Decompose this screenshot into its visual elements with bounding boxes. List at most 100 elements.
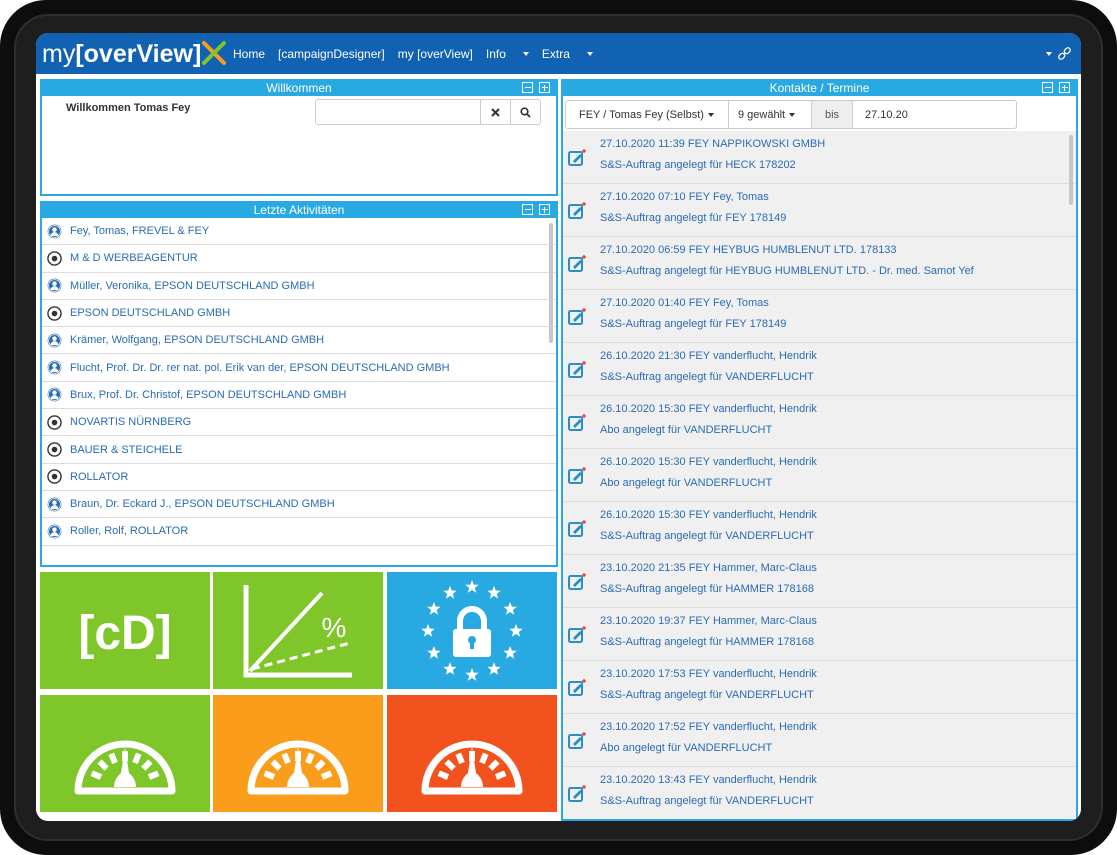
contact-entry[interactable]: 27.10.2020 06:59 FEY HEYBUG HUMBLENUT LT… (563, 237, 1076, 290)
contact-entry-description: S&S-Auftrag angelegt für VANDERFLUCHT (600, 371, 814, 383)
date-field[interactable]: 27.10.20 (853, 100, 1017, 129)
edit-entry-icon (568, 308, 586, 325)
expand-icon[interactable] (539, 204, 550, 215)
contact-entry-title: 26.10.2020 15:30 FEY vanderflucht, Hendr… (600, 403, 817, 415)
app-logo[interactable]: my [overView] (42, 37, 201, 71)
activity-item-label: Roller, Rolf, ROLLATOR (70, 525, 189, 538)
edit-entry-icon (568, 467, 586, 484)
activity-item-label: M & D WERBEAGENTUR (70, 252, 198, 265)
contact-entry[interactable]: 23.10.2020 17:53 FEY vanderflucht, Hendr… (563, 661, 1076, 714)
contact-entry[interactable]: 26.10.2020 15:30 FEY vanderflucht, Hendr… (563, 449, 1076, 502)
gauge-orange-tile[interactable] (213, 695, 383, 812)
contact-entry-title: 23.10.2020 13:43 FEY vanderflucht, Hendr… (600, 774, 817, 786)
contact-entry[interactable]: 27.10.2020 01:40 FEY Fey, Tomas S&S-Auftr… (563, 290, 1076, 343)
contact-entry[interactable]: 26.10.2020 21:30 FEY vanderflucht, Hendr… (563, 343, 1076, 396)
expand-icon[interactable] (539, 82, 550, 93)
nav-my-overview[interactable]: my [overView] (398, 47, 473, 61)
clear-search-button[interactable] (481, 99, 511, 125)
company-icon (47, 442, 62, 457)
panel-controls (516, 82, 550, 93)
chevron-down-icon (1046, 51, 1053, 56)
person-icon (47, 360, 62, 375)
gauge-green-tile[interactable] (40, 695, 210, 812)
search-button[interactable] (511, 99, 541, 125)
contact-entry[interactable]: 26.10.2020 15:30 FEY vanderflucht, Hendr… (563, 396, 1076, 449)
activity-item-label: BAUER & STEICHELE (70, 443, 183, 456)
contact-entry[interactable]: 23.10.2020 13:43 FEY vanderflucht, Hendr… (563, 767, 1076, 819)
person-icon (47, 224, 62, 238)
activity-item[interactable]: BAUER & STEICHELE (42, 436, 556, 464)
contact-entry[interactable]: 26.10.2020 15:30 FEY vanderflucht, Hendr… (563, 502, 1076, 555)
contact-entry-title: 23.10.2020 21:35 FEY Hammer, Marc-Claus (600, 562, 817, 574)
contacts-filter-bar: FEY / Tomas Fey (Selbst) 9 gewählt bis 2… (565, 100, 1017, 129)
contact-entry[interactable]: 23.10.2020 19:37 FEY Hammer, Marc-Claus S… (563, 608, 1076, 661)
expand-icon[interactable] (1059, 82, 1070, 93)
contact-entry-title: 27.10.2020 06:59 FEY HEYBUG HUMBLENUT LT… (600, 244, 897, 256)
star-icon (443, 585, 457, 599)
person-icon (47, 278, 62, 293)
activity-item-label: Krämer, Wolfgang, EPSON DEUTSCHLAND GMBH (70, 334, 325, 347)
contact-entry-description: S&S-Auftrag angelegt für HAMMER 178168 (600, 636, 815, 648)
contact-entry[interactable]: 23.10.2020 17:52 FEY vanderflucht, Hendr… (563, 714, 1076, 767)
welcome-panel-title: Willkommen (266, 81, 332, 95)
data-protection-tile[interactable] (387, 572, 557, 689)
person-icon (47, 388, 62, 402)
nav-campaign-designer[interactable]: [campaignDesigner] (278, 47, 385, 61)
contact-entry-title: 27.10.2020 07:10 FEY Fey, Tomas (600, 191, 769, 203)
star-icon (421, 623, 435, 637)
contact-entry-title: 23.10.2020 17:52 FEY vanderflucht, Hendr… (600, 721, 817, 733)
nav-home[interactable]: Home (233, 47, 265, 61)
star-icon (443, 661, 457, 675)
search-input[interactable] (315, 99, 481, 125)
collapse-icon[interactable] (1042, 82, 1053, 93)
eu-lock-icon (421, 579, 523, 681)
logo-x-icon (202, 41, 226, 65)
contacts-panel-header: Kontakte / Termine (563, 81, 1076, 96)
svg-text:[cD]: [cD] (78, 607, 171, 660)
activity-item[interactable]: NOVARTIS NÜRNBERG (42, 409, 556, 437)
percentage-chart-tile[interactable]: % (213, 572, 383, 689)
activity-item[interactable]: M & D WERBEAGENTUR (42, 245, 556, 273)
contact-entry-title: 26.10.2020 15:30 FEY vanderflucht, Hendr… (600, 456, 817, 468)
chevron-down-icon (789, 112, 796, 117)
activities-scrollbar[interactable] (549, 223, 553, 343)
contacts-panel: Kontakte / Termine FEY / Tomas Fey (Selb… (561, 79, 1078, 821)
edit-entry-icon (568, 679, 586, 696)
edit-entry-icon (568, 255, 586, 272)
activity-item[interactable]: Flucht, Prof. Dr. Dr. rer nat. pol. Erik… (42, 354, 556, 382)
contact-entry-description: S&S-Auftrag angelegt für VANDERFLUCHT (600, 530, 814, 542)
activity-item[interactable]: Müller, Veronika, EPSON DEUTSCHLAND GMBH (42, 273, 556, 300)
activity-item[interactable]: Fey, Tomas, FREVEL & FEY (42, 218, 556, 246)
collapse-icon[interactable] (522, 82, 533, 93)
contact-entry[interactable]: 27.10.2020 07:10 FEY Fey, Tomas S&S-Auftr… (563, 184, 1076, 237)
contact-entry-description: S&S-Auftrag angelegt für FEY 178149 (600, 212, 787, 224)
contact-entry[interactable]: 27.10.2020 11:39 FEY NAPPIKOWSKI GMBH S&S… (563, 131, 1076, 184)
nav-menu: Home [campaignDesigner] my [overView] In… (233, 33, 606, 74)
contact-entry-description: S&S-Auftrag angelegt für VANDERFLUCHT (600, 795, 814, 807)
activity-item[interactable]: Krämer, Wolfgang, EPSON DEUTSCHLAND GMBH (42, 327, 556, 355)
activity-item[interactable]: Roller, Rolf, ROLLATOR (42, 518, 556, 546)
user-filter-dropdown[interactable]: FEY / Tomas Fey (Selbst) (565, 100, 729, 129)
nav-extra-label: Extra (541, 46, 570, 61)
nav-extra-dropdown[interactable]: Extra (542, 47, 593, 61)
star-icon (487, 585, 501, 599)
gauge-red-tile[interactable] (387, 695, 557, 812)
contacts-scrollbar[interactable] (1069, 135, 1073, 205)
activity-item[interactable]: Braun, Dr. Eckard J., EPSON DEUTSCHLAND … (42, 491, 556, 519)
contact-entry-title: 23.10.2020 17:53 FEY vanderflucht, Hendr… (600, 668, 817, 680)
activity-item[interactable]: Brux, Prof. Dr. Christof, EPSON DEUTSCHL… (42, 382, 556, 410)
contact-entry-description: S&S-Auftrag angelegt für HAMMER 178168 (600, 583, 815, 595)
activity-item[interactable]: ROLLATOR (42, 464, 556, 491)
contact-entry-description: S&S-Auftrag angelegt für HECK 178202 (600, 159, 796, 171)
activity-item[interactable]: EPSON DEUTSCHLAND GMBH (42, 300, 556, 328)
logo-prefix: my (42, 39, 76, 68)
type-filter-dropdown[interactable]: 9 gewählt (729, 100, 812, 129)
nav-info-dropdown[interactable]: Info (486, 47, 529, 61)
chevron-down-icon (707, 112, 714, 117)
contact-entry[interactable]: 23.10.2020 21:35 FEY Hammer, Marc-Claus S… (563, 555, 1076, 608)
campaign-designer-tile[interactable]: [cD] (40, 572, 210, 689)
activity-item-label: Fey, Tomas, FREVEL & FEY (70, 225, 210, 238)
nav-link-menu[interactable] (1042, 45, 1071, 60)
gauge-icon (74, 740, 176, 794)
collapse-icon[interactable] (522, 204, 533, 215)
